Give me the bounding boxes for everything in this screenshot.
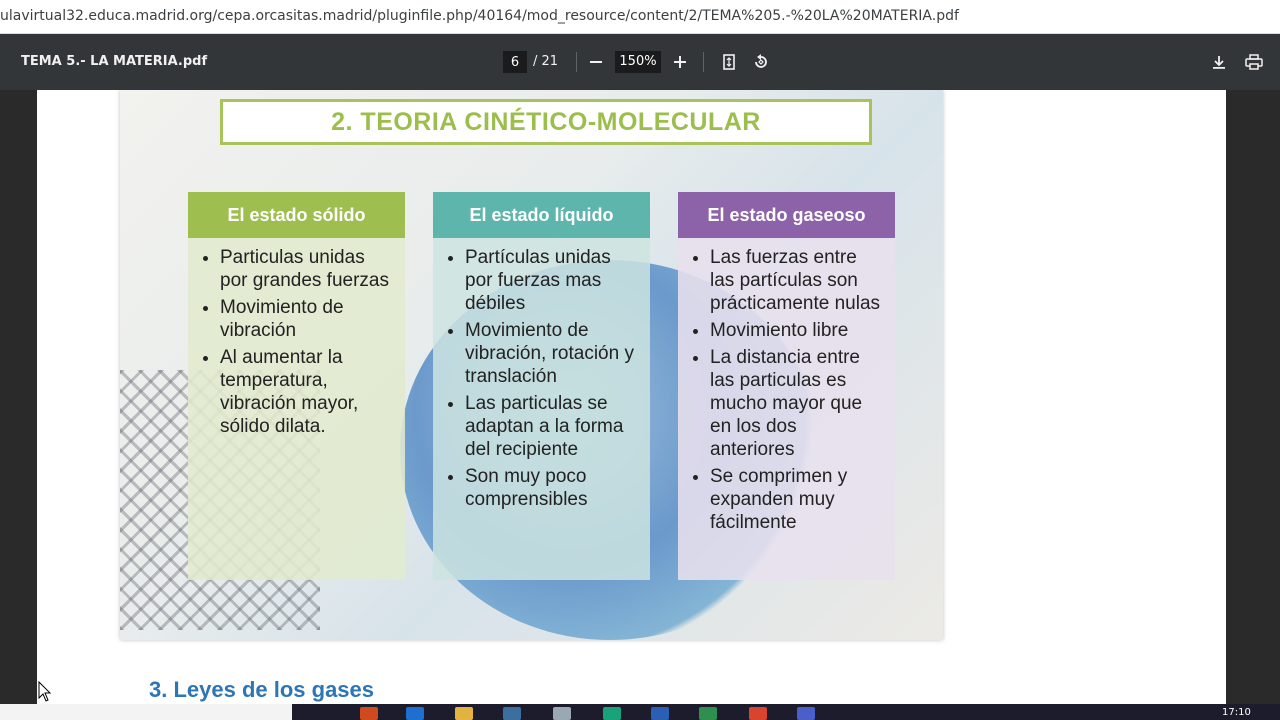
zoom-level-input[interactable]: 150%	[615, 51, 661, 73]
mouse-cursor-icon	[38, 681, 52, 702]
column-heading: El estado sólido	[188, 192, 405, 238]
folder-icon[interactable]	[455, 707, 473, 720]
rotate-icon	[755, 54, 767, 68]
system-clock: 17:10	[1222, 707, 1251, 718]
pdf-toolbar: TEMA 5.- LA MATERIA.pdf / 21 150%	[0, 34, 1280, 90]
zoom-out-button[interactable]	[583, 49, 609, 75]
download-button[interactable]	[1206, 49, 1232, 75]
list-item: Las particulas se adaptan a la forma del…	[465, 392, 640, 461]
list-item: Al aumentar la temperatura, vibración ma…	[220, 346, 395, 438]
slide-image: 2. TEORIA CINÉTICO-MOLECULAR El estado s…	[120, 90, 943, 640]
download-icon	[1213, 56, 1225, 69]
app-icon[interactable]	[406, 707, 424, 720]
url-text[interactable]: ulavirtual32.educa.madrid.org/cepa.orcas…	[0, 8, 959, 24]
slide-title: 2. TEORIA CINÉTICO-MOLECULAR	[220, 99, 872, 145]
column-body: Las fuerzas entre las partículas son prá…	[678, 238, 895, 580]
app-icon[interactable]	[797, 707, 815, 720]
column-body: Particulas unidas por grandes fuerzas Mo…	[188, 238, 405, 580]
print-button[interactable]	[1241, 49, 1267, 75]
taskbar: 17:10	[0, 704, 1280, 720]
app-icon[interactable]	[360, 707, 378, 720]
app-icon[interactable]	[603, 707, 621, 720]
address-bar[interactable]: ulavirtual32.educa.madrid.org/cepa.orcas…	[0, 0, 1280, 34]
toolbar-divider	[576, 52, 577, 72]
print-icon	[1245, 54, 1263, 70]
pdf-page[interactable]: 2. TEORIA CINÉTICO-MOLECULAR El estado s…	[37, 90, 1226, 704]
list-item: Se comprimen y expanden muy fácilmente	[710, 465, 885, 534]
list-item: Las fuerzas entre las partículas son prá…	[710, 246, 885, 315]
list-item: Partículas unidas por fuerzas mas débile…	[465, 246, 640, 315]
list-item: Son muy poco comprensibles	[465, 465, 640, 511]
zoom-in-button[interactable]	[667, 49, 693, 75]
minus-icon	[590, 61, 602, 63]
column-heading: El estado gaseoso	[678, 192, 895, 238]
app-icon[interactable]	[553, 707, 571, 720]
viewer-background	[0, 90, 37, 704]
plus-icon	[674, 56, 686, 68]
app-icon[interactable]	[503, 707, 521, 720]
list-item: Movimiento libre	[710, 319, 885, 342]
list-item: La distancia entre las particulas es muc…	[710, 346, 885, 461]
chrome-icon[interactable]	[749, 707, 767, 720]
liquid-state-column: El estado líquido Partículas unidas por …	[433, 192, 650, 580]
gas-state-column: El estado gaseoso Las fuerzas entre las …	[678, 192, 895, 580]
solid-state-column: El estado sólido Particulas unidas por g…	[188, 192, 405, 580]
toolbar-divider	[703, 52, 704, 72]
list-item: Movimiento de vibración, rotación y tran…	[465, 319, 640, 388]
document-title: TEMA 5.- LA MATERIA.pdf	[21, 54, 208, 69]
pdf-viewer[interactable]: 2. TEORIA CINÉTICO-MOLECULAR El estado s…	[0, 90, 1280, 704]
column-heading: El estado líquido	[433, 192, 650, 238]
taskbar-search-box[interactable]	[0, 704, 292, 720]
section-heading: 3. Leyes de los gases	[149, 677, 375, 702]
fit-page-button[interactable]	[716, 49, 742, 75]
list-item: Movimiento de vibración	[220, 296, 395, 342]
app-icon[interactable]	[699, 707, 717, 720]
fit-to-page-icon	[723, 54, 735, 70]
page-number-input[interactable]	[503, 51, 527, 73]
page-total: / 21	[533, 54, 559, 69]
viewer-background	[1226, 90, 1280, 704]
rotate-button[interactable]	[748, 49, 774, 75]
column-body: Partículas unidas por fuerzas mas débile…	[433, 238, 650, 580]
app-icon[interactable]	[651, 707, 669, 720]
list-item: Particulas unidas por grandes fuerzas	[220, 246, 395, 292]
